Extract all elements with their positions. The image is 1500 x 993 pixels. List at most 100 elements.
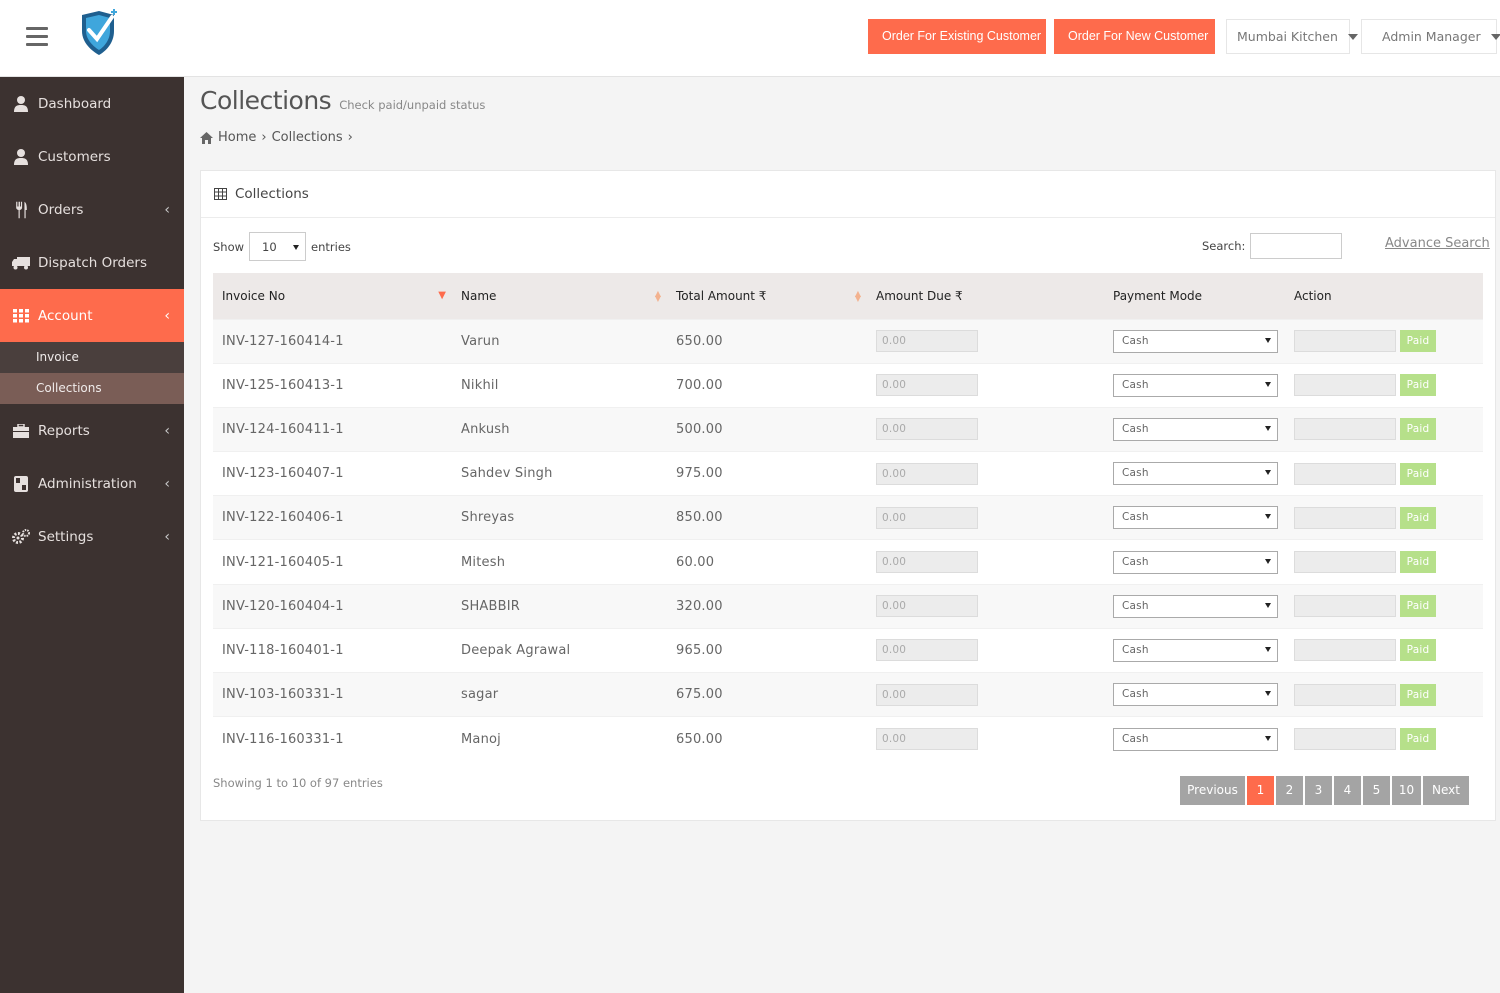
cell-name: SHABBIR (452, 583, 667, 629)
paid-button[interactable]: Paid (1400, 595, 1436, 618)
sidebar-item-administration[interactable]: Administration ‹ (0, 457, 184, 510)
pagination-page-3[interactable]: 3 (1305, 776, 1332, 805)
cell-payment-mode: Cash (1104, 716, 1285, 761)
cell-action: Paid (1285, 583, 1483, 629)
action-input[interactable] (1294, 639, 1396, 662)
paid-button[interactable]: Paid (1400, 374, 1436, 397)
cell-total: 675.00 (667, 671, 867, 717)
action-input[interactable] (1294, 728, 1396, 751)
cell-total: 965.00 (667, 627, 867, 673)
kitchen-dropdown[interactable]: Mumbai Kitchen (1226, 19, 1358, 54)
cell-payment-mode: Cash (1104, 451, 1285, 496)
cell-action: Paid (1285, 406, 1483, 452)
order-new-customer-button[interactable]: Order For New Customer (1054, 19, 1215, 54)
pagination-page-5[interactable]: 5 (1363, 776, 1390, 805)
table-row: INV-121-160405-1 Mitesh 60.00 0.00 Cash Paid (213, 539, 1483, 585)
column-header-payment-mode: Payment Mode (1104, 273, 1285, 319)
action-group: Paid (1294, 462, 1483, 485)
action-input[interactable] (1294, 462, 1396, 485)
gears-icon (12, 528, 30, 544)
header-label: Name (461, 288, 497, 303)
sidebar-subitem-collections[interactable]: Collections (0, 373, 184, 404)
action-input[interactable] (1294, 330, 1396, 353)
action-input[interactable] (1294, 683, 1396, 706)
entries-select[interactable]: 10 (249, 232, 307, 261)
action-input[interactable] (1294, 595, 1396, 618)
pagination-page-2[interactable]: 2 (1276, 776, 1303, 805)
paid-button[interactable]: Paid (1400, 551, 1436, 574)
table-row: INV-127-160414-1 Varun 650.00 0.00 Cash Paid (213, 318, 1483, 364)
cell-invoice: INV-124-160411-1 (213, 406, 452, 452)
table-row: INV-120-160404-1 SHABBIR 320.00 0.00 Cash Pai… (213, 583, 1483, 629)
sidebar-item-settings[interactable]: Settings ‹ (0, 510, 184, 563)
amount-due-field[interactable]: 0.00 (876, 595, 978, 618)
paid-button[interactable]: Paid (1400, 728, 1436, 751)
sidebar-item-customers[interactable]: Customers (0, 130, 184, 183)
sidebar-item-dashboard[interactable]: Dashboard (0, 77, 184, 130)
search-input[interactable] (1250, 233, 1343, 259)
paid-button[interactable]: Paid (1400, 418, 1436, 441)
cell-invoice: INV-103-160331-1 (213, 671, 452, 717)
user-dropdown[interactable]: Admin Manager (1361, 19, 1500, 54)
pagination-page-10[interactable]: 10 (1392, 776, 1421, 805)
menu-icon[interactable] (26, 27, 48, 49)
cell-name: Mitesh (452, 539, 667, 585)
pagination-page-1[interactable]: 1 (1247, 776, 1274, 805)
cell-invoice: INV-123-160407-1 (213, 451, 452, 496)
sidebar-item-reports[interactable]: Reports ‹ (0, 404, 184, 457)
sidebar-subitem-invoice[interactable]: Invoice (0, 342, 184, 373)
shield-logo-icon[interactable] (78, 9, 120, 57)
payment-mode-select[interactable]: Cash (1113, 550, 1278, 574)
breadcrumb-collections-link[interactable]: Collections (272, 130, 343, 145)
payment-mode-select[interactable]: Cash (1113, 594, 1278, 618)
amount-due-field[interactable]: 0.00 (876, 639, 978, 662)
amount-due-field[interactable]: 0.00 (876, 728, 978, 751)
account-submenu: Invoice Collections (0, 342, 184, 404)
amount-due-field[interactable]: 0.00 (876, 418, 978, 441)
cutlery-icon (15, 201, 27, 218)
cell-invoice: INV-122-160406-1 (213, 495, 452, 540)
pagination: Previous 1 2 3 4 5 10 Next (1180, 776, 1469, 805)
paid-button[interactable]: Paid (1400, 639, 1436, 662)
cell-invoice: INV-120-160404-1 (213, 583, 452, 629)
payment-mode-select[interactable]: Cash (1113, 329, 1278, 353)
action-input[interactable] (1294, 551, 1396, 574)
amount-due-field[interactable]: 0.00 (876, 551, 978, 574)
amount-due-field[interactable]: 0.00 (876, 462, 978, 485)
payment-mode-select[interactable]: Cash (1113, 462, 1278, 486)
payment-mode-select[interactable]: Cash (1113, 417, 1278, 441)
breadcrumb-home-link[interactable]: Home (218, 130, 256, 145)
amount-due-field[interactable]: 0.00 (876, 374, 978, 397)
advance-search-link[interactable]: Advance Search (1385, 236, 1490, 251)
paid-button[interactable]: Paid (1400, 462, 1436, 485)
cell-action: Paid (1285, 362, 1483, 408)
amount-due-field[interactable]: 0.00 (876, 683, 978, 706)
user-icon (14, 95, 28, 112)
sort-icon: ▲ ▼ (654, 289, 661, 303)
sidebar-item-account[interactable]: Account ‹ (0, 289, 184, 342)
cell-action: Paid (1285, 716, 1483, 761)
action-input[interactable] (1294, 374, 1396, 397)
column-header-total-amount[interactable]: Total Amount ₹ ▲ ▼ (667, 273, 867, 319)
payment-mode-select[interactable]: Cash (1113, 683, 1278, 707)
sidebar-item-orders[interactable]: Orders ‹ (0, 183, 184, 236)
payment-mode-select[interactable]: Cash (1113, 727, 1278, 751)
amount-due-field[interactable]: 0.00 (876, 506, 978, 529)
payment-mode-select[interactable]: Cash (1113, 638, 1278, 662)
action-input[interactable] (1294, 506, 1396, 529)
payment-mode-select[interactable]: Cash (1113, 506, 1278, 530)
panel-title: Collections (235, 186, 309, 202)
paid-button[interactable]: Paid (1400, 330, 1436, 353)
paid-button[interactable]: Paid (1400, 683, 1436, 706)
pagination-next[interactable]: Next (1423, 776, 1469, 805)
order-existing-customer-button[interactable]: Order For Existing Customer (868, 19, 1046, 54)
payment-mode-select[interactable]: Cash (1113, 373, 1278, 397)
column-header-invoice[interactable]: Invoice No ▼ (213, 273, 452, 319)
action-input[interactable] (1294, 418, 1396, 441)
pagination-previous[interactable]: Previous (1180, 776, 1245, 805)
amount-due-field[interactable]: 0.00 (876, 330, 978, 353)
column-header-name[interactable]: Name ▲ ▼ (452, 273, 667, 319)
pagination-page-4[interactable]: 4 (1334, 776, 1361, 805)
paid-button[interactable]: Paid (1400, 506, 1436, 529)
sidebar-item-dispatch-orders[interactable]: Dispatch Orders (0, 236, 184, 289)
